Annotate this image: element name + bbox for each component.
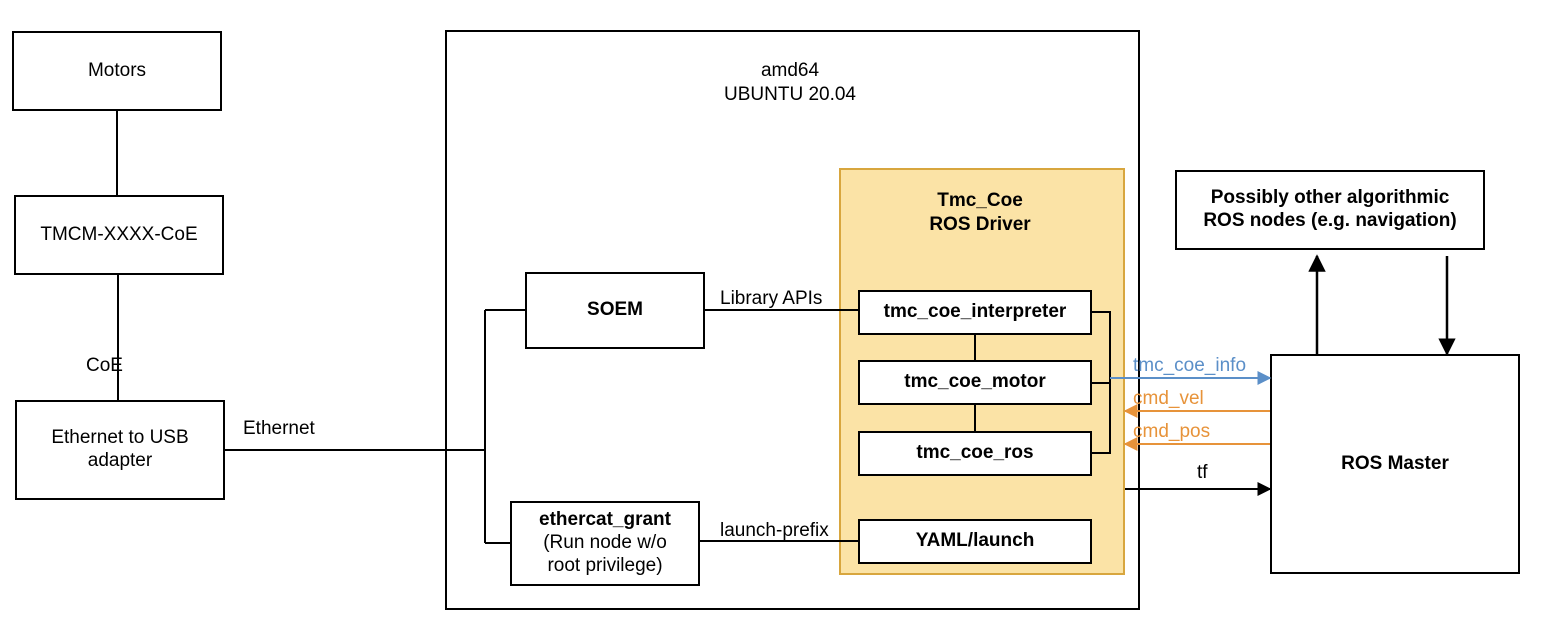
- tmc-coe-ros-box: tmc_coe_ros: [858, 431, 1092, 476]
- tmc-coe-info-label: tmc_coe_info: [1133, 355, 1246, 377]
- library-apis-label: Library APIs: [720, 288, 822, 310]
- ethercat-grant-title: ethercat_grant: [539, 509, 671, 532]
- tmc-coe-motor-box: tmc_coe_motor: [858, 360, 1092, 405]
- tmc-coe-ros-text: tmc_coe_ros: [916, 442, 1033, 465]
- yaml-launch-box: YAML/launch: [858, 519, 1092, 564]
- diagram-stage: amd64 UBUNTU 20.04 Tmc_Coe ROS Driver Po…: [0, 0, 1558, 621]
- cmd-vel-label: cmd_vel: [1133, 388, 1204, 410]
- motors-text: Motors: [88, 60, 146, 83]
- tmc-coe-motor-text: tmc_coe_motor: [904, 371, 1046, 394]
- soem-text: SOEM: [587, 299, 643, 322]
- coe-label: CoE: [86, 355, 123, 377]
- tmcm-text: TMCM-XXXX-CoE: [40, 224, 197, 247]
- adapter-box: Ethernet to USB adapter: [15, 400, 225, 500]
- ethernet-label: Ethernet: [243, 418, 315, 440]
- tmcm-box: TMCM-XXXX-CoE: [14, 195, 224, 275]
- ethercat-grant-sub2: root privilege): [547, 555, 662, 578]
- motors-box: Motors: [12, 31, 222, 111]
- ethercat-grant-box: ethercat_grant (Run node w/o root privil…: [510, 501, 700, 586]
- driver-title-1: Tmc_Coe: [900, 190, 1060, 212]
- other-ros-nodes-text: Possibly other algorithmic ROS nodes (e.…: [1203, 187, 1456, 233]
- ros-master-text: ROS Master: [1341, 453, 1449, 476]
- host-title-1: amd64: [710, 60, 870, 82]
- yaml-launch-text: YAML/launch: [916, 530, 1035, 553]
- host-title-2: UBUNTU 20.04: [710, 84, 870, 106]
- tmc-coe-interpreter-box: tmc_coe_interpreter: [858, 290, 1092, 335]
- soem-box: SOEM: [525, 272, 705, 349]
- launch-prefix-label: launch-prefix: [720, 520, 829, 542]
- cmd-pos-label: cmd_pos: [1133, 421, 1210, 443]
- tf-label: tf: [1197, 462, 1208, 484]
- adapter-text: Ethernet to USB adapter: [51, 427, 188, 473]
- tmc-coe-interpreter-text: tmc_coe_interpreter: [884, 301, 1067, 324]
- other-ros-nodes-box: Possibly other algorithmic ROS nodes (e.…: [1175, 170, 1485, 250]
- driver-title-2: ROS Driver: [900, 214, 1060, 236]
- ros-master-box: ROS Master: [1270, 354, 1520, 574]
- ethercat-grant-sub1: (Run node w/o: [543, 532, 667, 555]
